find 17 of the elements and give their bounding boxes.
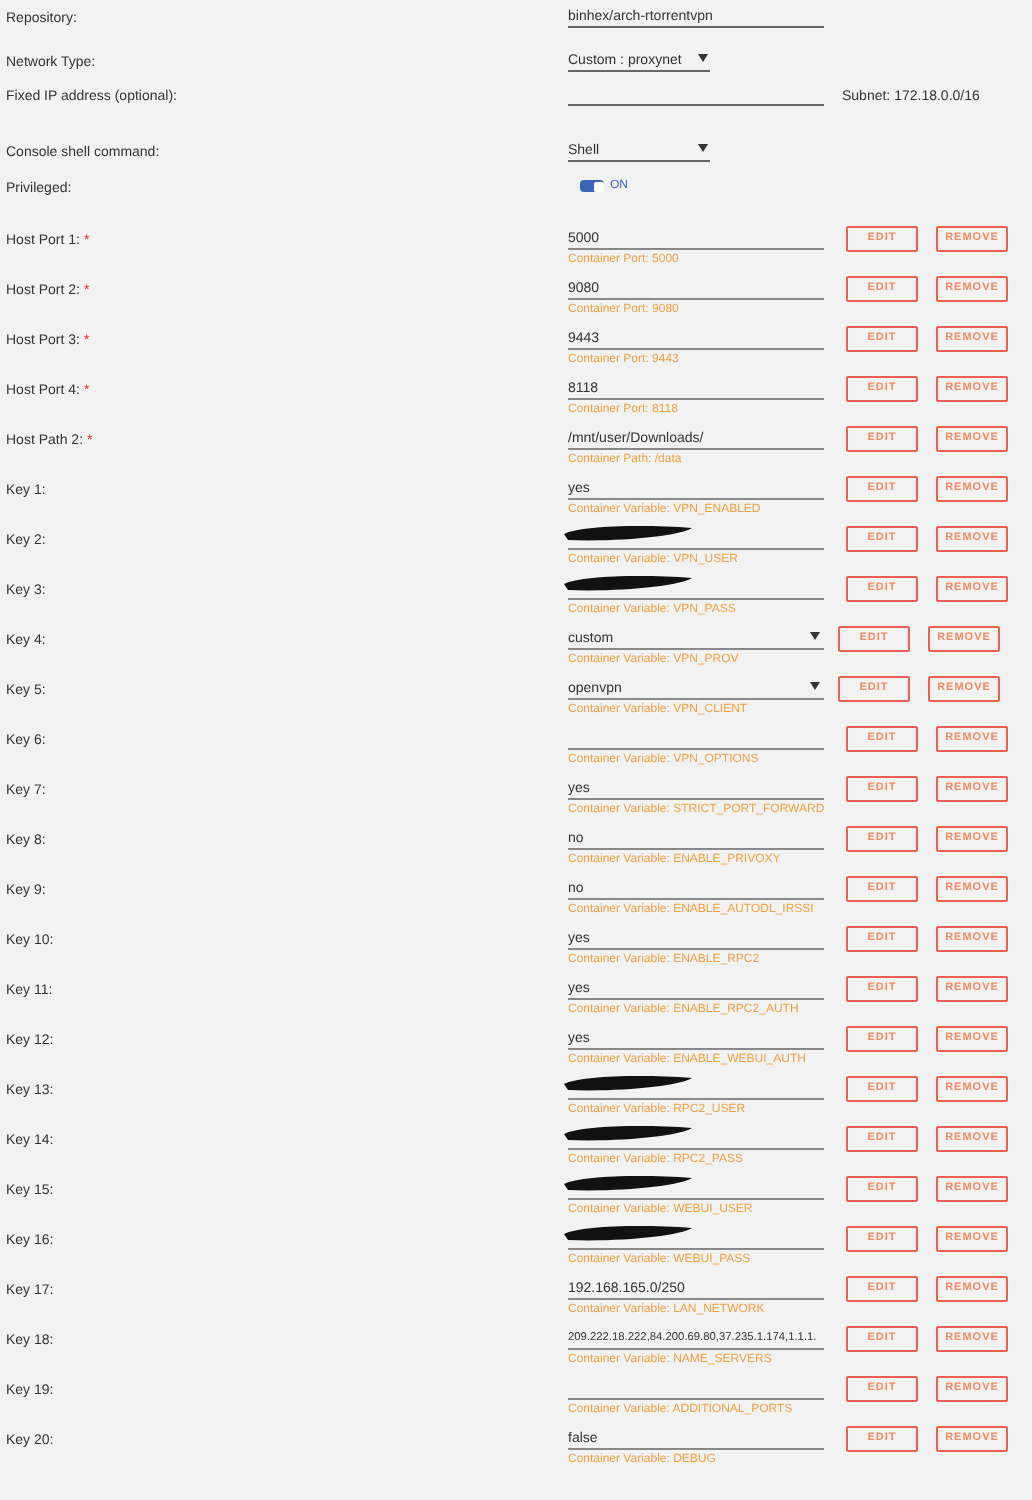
dropdown-caret-icon [810,632,820,640]
text-field[interactable] [568,1128,824,1150]
dropdown-caret-icon [810,682,820,690]
text-field[interactable] [568,1178,824,1200]
redaction-mark [560,574,696,592]
toggle-switch[interactable] [580,180,604,192]
dropdown-caret-icon [698,144,708,152]
redaction-mark [560,524,696,542]
text-field[interactable] [568,578,824,600]
redaction-mark [560,1174,696,1192]
redaction-mark [560,1074,696,1092]
text-field[interactable] [568,1228,824,1250]
redaction-mark [560,1124,696,1142]
text-field[interactable] [568,528,824,550]
dropdown-caret-icon [698,54,708,62]
redaction-mark [560,1224,696,1242]
text-field[interactable] [568,1078,824,1100]
